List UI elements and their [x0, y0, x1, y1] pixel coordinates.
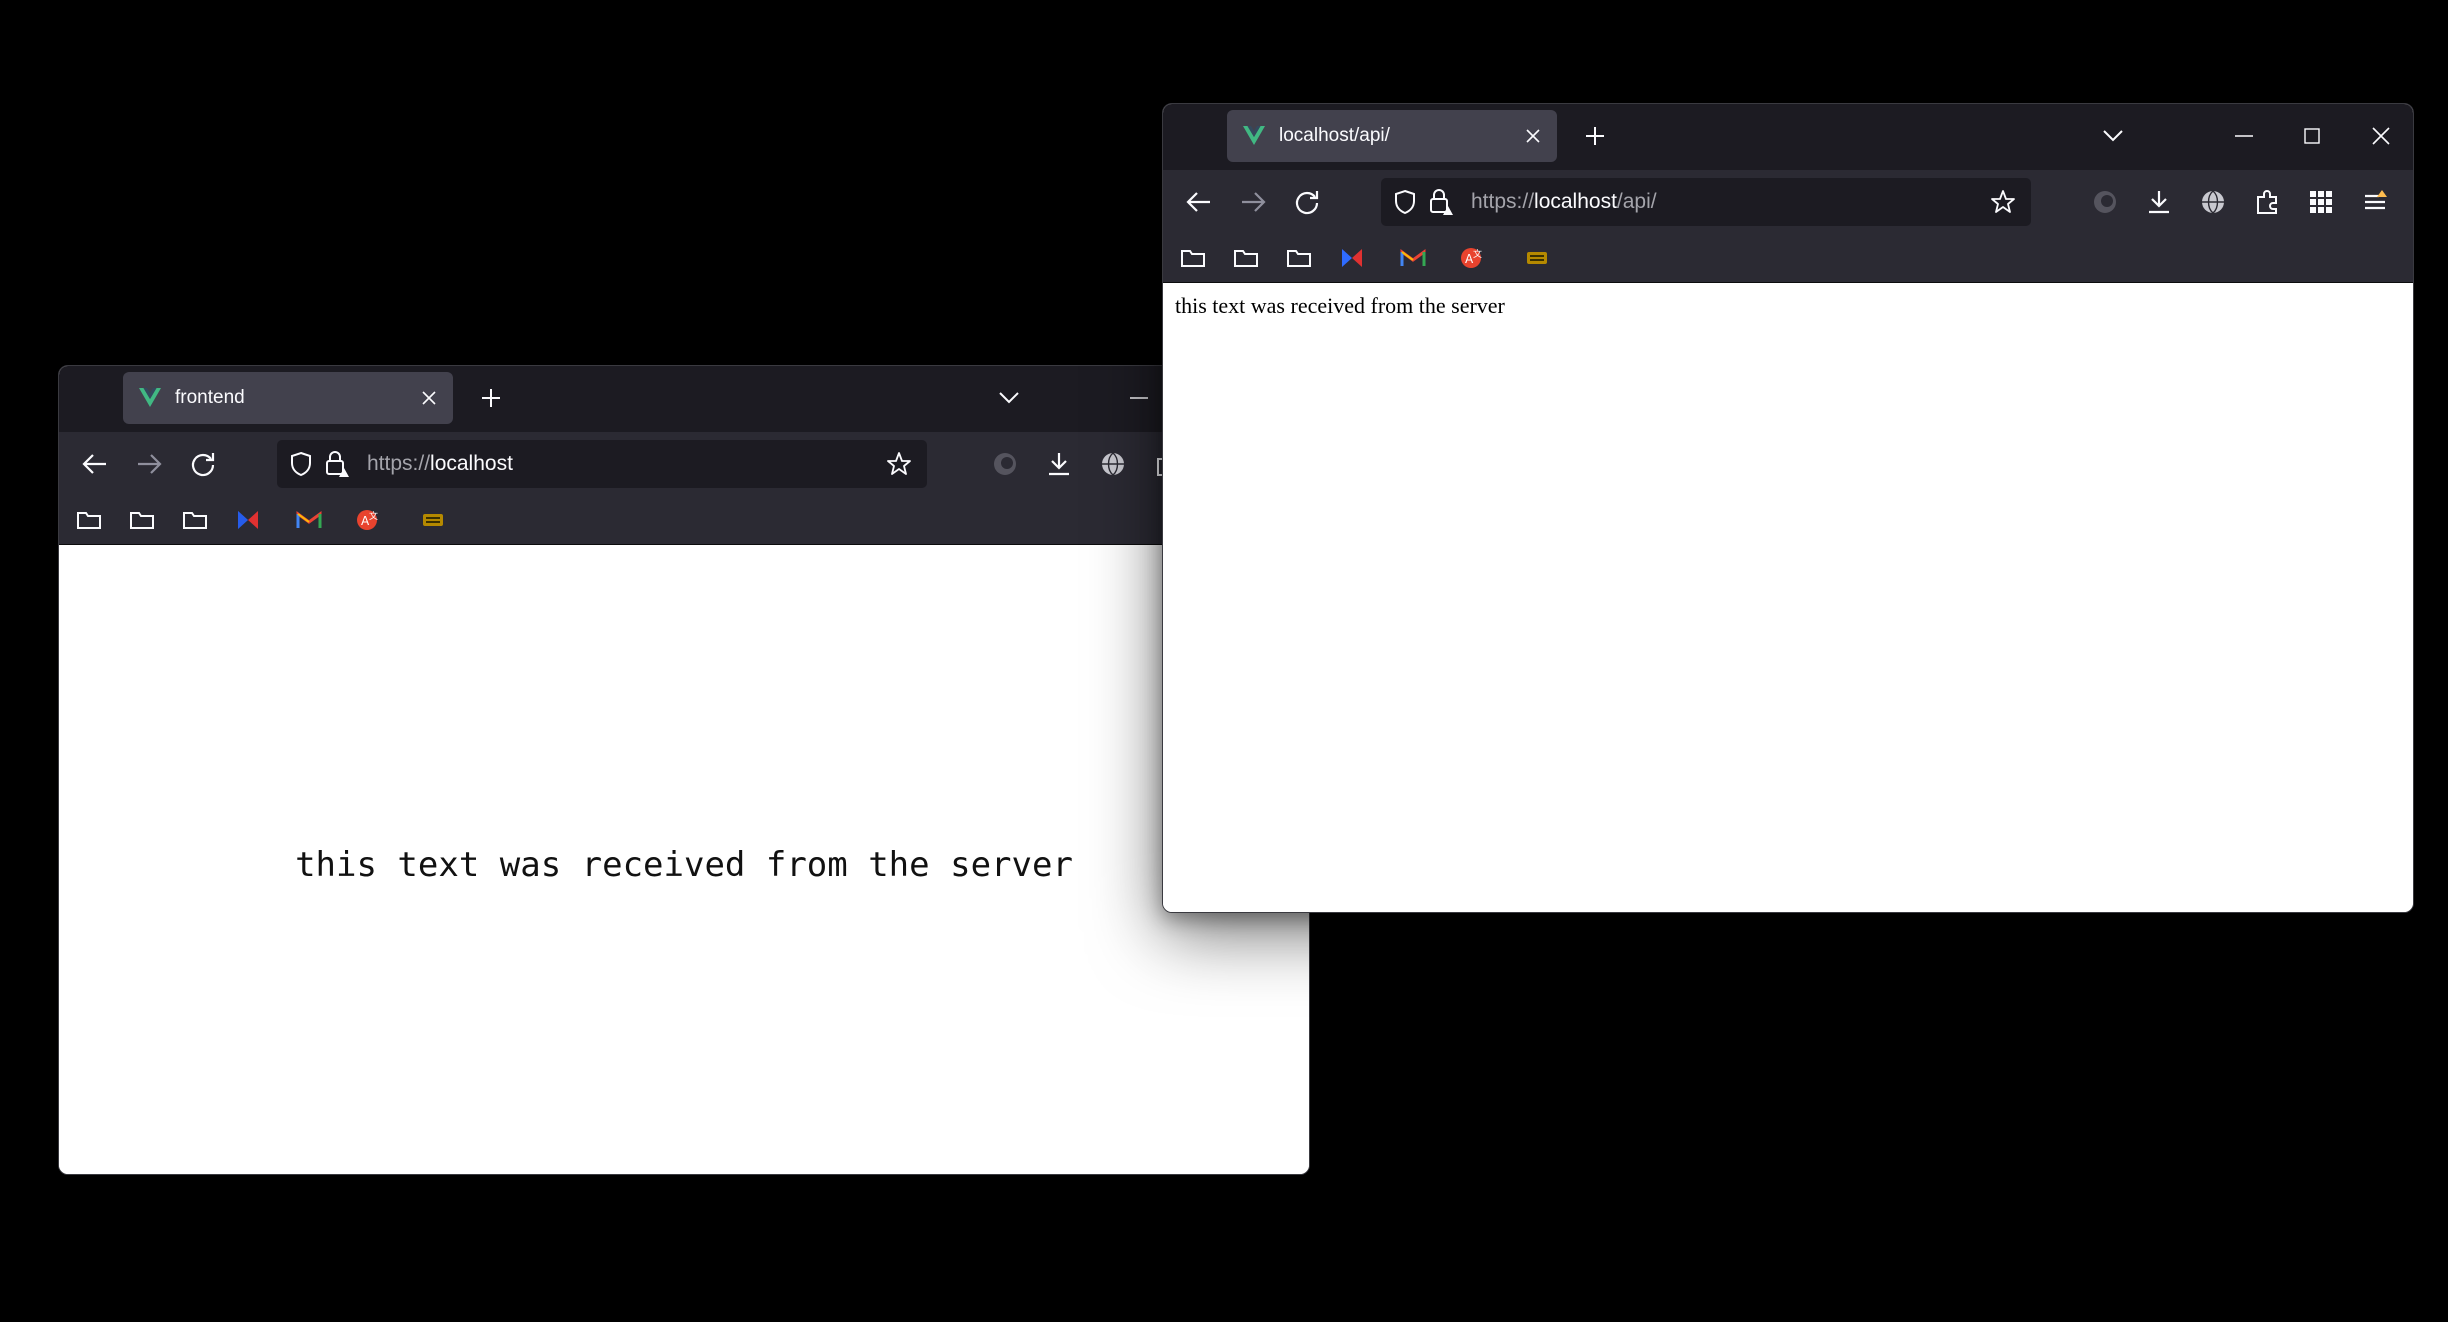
folder-icon[interactable]: [1283, 242, 1315, 274]
shield-icon[interactable]: [1389, 186, 1421, 218]
translate-icon[interactable]: A文: [1457, 242, 1489, 274]
server-message: this text was received from the server: [295, 845, 1073, 885]
folder-icon[interactable]: [179, 504, 211, 536]
bowtie-app-icon[interactable]: [232, 504, 264, 536]
bowtie-app-icon[interactable]: [1336, 242, 1368, 274]
folder-icon[interactable]: [126, 504, 158, 536]
list-all-tabs-button[interactable]: [2093, 116, 2133, 156]
folder-icon[interactable]: [1177, 242, 1209, 274]
download-icon[interactable]: [2139, 182, 2179, 222]
apps-grid-icon[interactable]: [2301, 182, 2341, 222]
url-text: https://localhost/api/: [1471, 190, 1657, 214]
minimize-button[interactable]: [2224, 116, 2264, 156]
star-icon[interactable]: [883, 448, 915, 480]
gmail-icon[interactable]: [1397, 242, 1429, 274]
url-host: localhost: [1534, 190, 1617, 213]
folder-icon[interactable]: [1230, 242, 1262, 274]
gmail-icon[interactable]: [293, 504, 325, 536]
url-scheme: https://: [1471, 190, 1535, 213]
globe-icon[interactable]: [2193, 182, 2233, 222]
tab-close-icon[interactable]: [1515, 118, 1551, 154]
new-tab-button[interactable]: [1575, 116, 1615, 156]
url-host: localhost: [430, 452, 513, 475]
new-tab-button[interactable]: [471, 378, 511, 418]
tab-title: localhost/api/: [1279, 125, 1390, 146]
download-icon[interactable]: [1039, 444, 1079, 484]
extensions-icon[interactable]: [2247, 182, 2287, 222]
nav-toolbar: https://localhost: [59, 432, 1309, 496]
tab-localhost-api[interactable]: localhost/api/: [1227, 110, 1557, 162]
url-bar[interactable]: https://localhost/api/: [1381, 178, 2031, 226]
keyboard-icon[interactable]: [417, 504, 449, 536]
folder-icon[interactable]: [73, 504, 105, 536]
url-scheme: https://: [367, 452, 431, 475]
svg-text:文: 文: [369, 510, 378, 522]
nav-toolbar: https://localhost/api/: [1163, 170, 2413, 234]
account-icon[interactable]: [2085, 182, 2125, 222]
list-all-tabs-button[interactable]: [989, 378, 1029, 418]
lock-icon[interactable]: [1425, 186, 1457, 218]
maximize-button[interactable]: [2292, 116, 2332, 156]
url-text: https://localhost: [367, 452, 513, 476]
bookmarks-toolbar: A文: [1163, 234, 2413, 283]
reload-icon[interactable]: [1287, 182, 1327, 222]
star-icon[interactable]: [1987, 186, 2019, 218]
shield-icon[interactable]: [285, 448, 317, 480]
page-content: this text was received from the server: [1163, 283, 2413, 912]
vue-favicon-icon: [137, 385, 163, 411]
close-window-button[interactable]: [2361, 116, 2401, 156]
forward-arrow-icon[interactable]: [129, 444, 169, 484]
forward-arrow-icon[interactable]: [1233, 182, 1273, 222]
translate-icon[interactable]: A文: [353, 504, 385, 536]
globe-icon[interactable]: [1093, 444, 1133, 484]
lock-icon[interactable]: [321, 448, 353, 480]
server-message: this text was received from the server: [1175, 293, 1505, 318]
reload-icon[interactable]: [183, 444, 223, 484]
url-path: /api/: [1616, 190, 1657, 213]
svg-text:文: 文: [1473, 248, 1482, 260]
browser-window-frontend: frontend https://localhost A 文 this text…: [58, 365, 1310, 1175]
minimize-button[interactable]: [1119, 378, 1159, 418]
tab-close-icon[interactable]: [411, 380, 447, 416]
tab-bar: frontend: [59, 366, 1309, 432]
back-arrow-icon[interactable]: [1179, 182, 1219, 222]
browser-window-api: localhost/api/ https://localhost/api/ A …: [1162, 103, 2414, 913]
menu-icon[interactable]: [2355, 182, 2395, 222]
vue-favicon-icon: [1241, 123, 1267, 149]
back-arrow-icon[interactable]: [75, 444, 115, 484]
keyboard-icon[interactable]: [1521, 242, 1553, 274]
url-bar[interactable]: https://localhost: [277, 440, 927, 488]
bookmarks-toolbar: A文: [59, 496, 1309, 545]
page-content: this text was received from the server: [59, 545, 1309, 1174]
tab-bar: localhost/api/: [1163, 104, 2413, 170]
account-icon[interactable]: [985, 444, 1025, 484]
tab-frontend[interactable]: frontend: [123, 372, 453, 424]
tab-title: frontend: [175, 387, 245, 408]
